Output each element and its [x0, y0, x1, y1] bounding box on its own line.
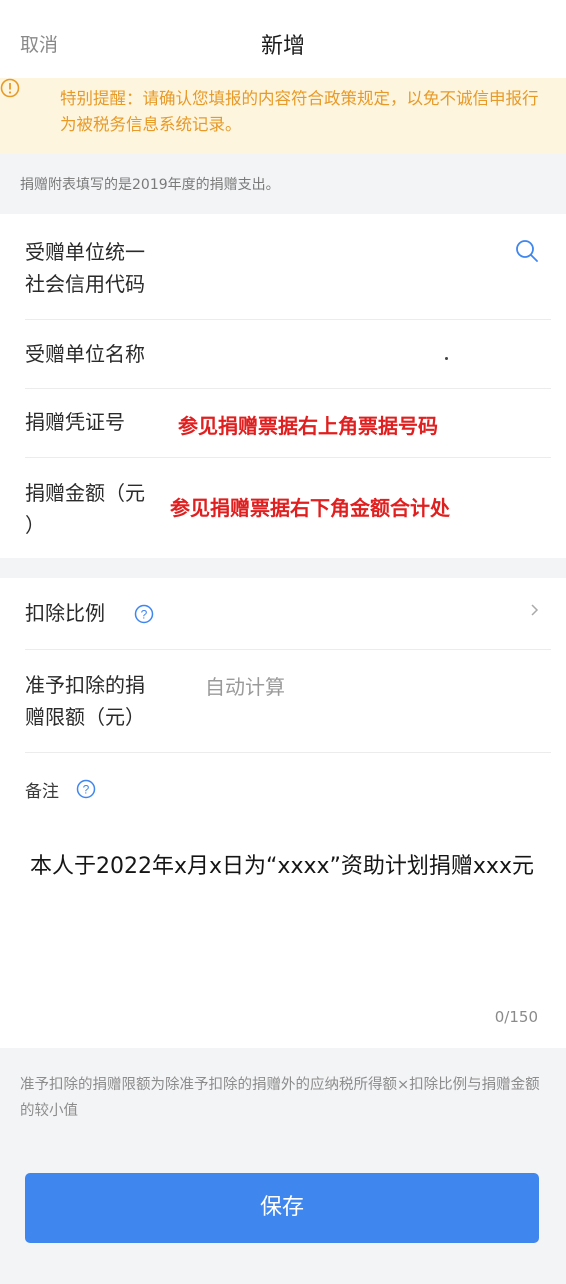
warning-circle-icon	[0, 78, 20, 98]
amount-label-line2: ）	[25, 513, 45, 537]
nav-header: 取消 新增	[0, 0, 566, 78]
save-button[interactable]: 保存	[25, 1173, 539, 1243]
year-notice: 捐赠附表填写的是2019年度的捐赠支出。	[20, 177, 280, 193]
help-icon[interactable]: ?	[76, 779, 96, 799]
help-icon[interactable]: ?	[134, 604, 154, 624]
limit-label-line2: 赠限额（元）	[25, 705, 145, 729]
warning-text: 特别提醒：请确认您填报的内容符合政策规定，以免不诚信申报行为被税务信息系统记录。	[60, 89, 539, 134]
divider	[25, 457, 551, 458]
divider	[25, 319, 551, 320]
divider	[25, 388, 551, 389]
svg-text:?: ?	[83, 783, 90, 797]
recipient-name-label: 受赠单位名称	[25, 342, 145, 366]
limit-footnote: 准予扣除的捐赠限额为除准予扣除的捐赠外的应纳税所得额×扣除比例与捐赠金额的较小值	[20, 1077, 540, 1119]
search-icon[interactable]	[514, 238, 540, 264]
recipient-code-label-line2: 社会信用代码	[25, 272, 145, 296]
char-counter: 0/150	[494, 1008, 538, 1026]
recipient-code-label-line1: 受赠单位统一	[25, 240, 145, 264]
svg-text:?: ?	[141, 608, 148, 622]
remark-label: 备注	[25, 782, 59, 802]
divider	[25, 649, 551, 650]
voucher-no-hint: 参见捐赠票据右上角票据号码	[178, 414, 438, 438]
limit-value: 自动计算	[205, 675, 285, 699]
ratio-label[interactable]: 扣除比例	[25, 597, 105, 629]
amount-hint: 参见捐赠票据右下角金额合计处	[170, 496, 450, 520]
amount-label-line1: 捐赠金额（元	[25, 481, 145, 505]
input-dot	[445, 357, 448, 360]
divider	[25, 752, 551, 753]
voucher-no-label: 捐赠凭证号	[25, 410, 125, 434]
limit-label-line1: 准予扣除的捐	[25, 673, 145, 697]
remark-textarea[interactable]: 本人于2022年x月x日为“xxxx”资助计划捐赠xxx元	[30, 850, 550, 883]
chevron-right-icon[interactable]	[530, 603, 540, 617]
page-title: 新增	[260, 34, 305, 59]
